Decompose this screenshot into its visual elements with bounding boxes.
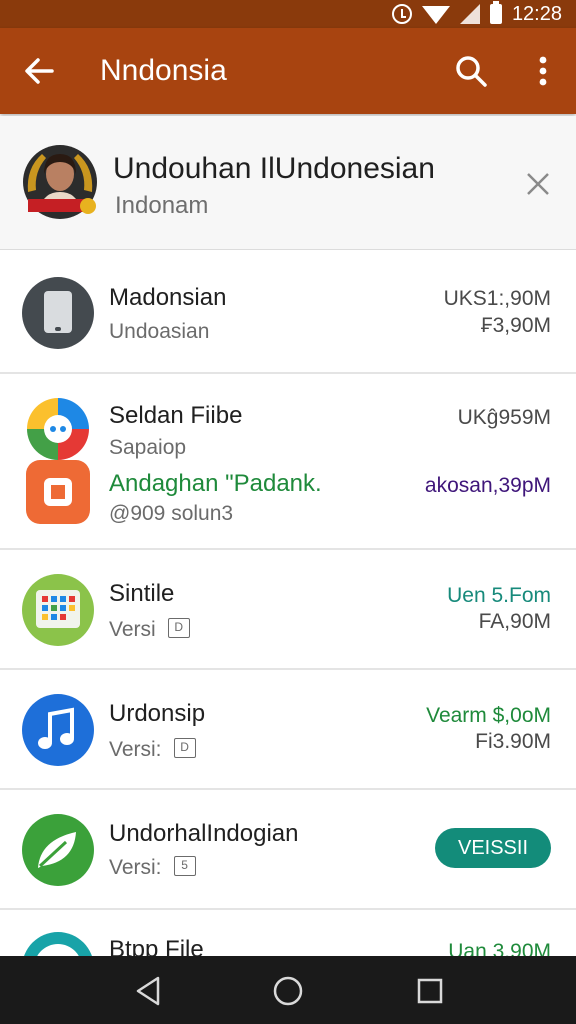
version-box-icon: D — [173, 738, 196, 759]
alarm-icon — [391, 4, 412, 24]
nav-home-icon — [273, 976, 303, 1006]
close-icon — [527, 173, 549, 195]
tablet-icon — [22, 277, 94, 349]
list-item[interactable]: Btpp File Uan 3.90M — [0, 910, 576, 956]
price-primary: Uan 3.90M — [448, 940, 551, 956]
dismiss-banner-button[interactable] — [520, 166, 556, 202]
list-item[interactable]: Sintile Versi D Uen 5.Fom FA,90M — [0, 550, 576, 670]
nav-back-button[interactable] — [132, 974, 166, 1008]
nav-back-icon — [136, 976, 160, 1006]
app-name: Madonsian — [109, 284, 227, 311]
list-item[interactable]: Urdonsip Versi: D Vearm $,0oM Fi3.90M — [0, 670, 576, 790]
more-vert-icon — [539, 56, 547, 86]
chat-bubble-icon — [25, 396, 91, 462]
app-subtitle: Sapaiop — [109, 436, 187, 459]
nav-home-button[interactable] — [271, 974, 305, 1008]
price-secondary: FA,90M — [478, 610, 551, 633]
search-button[interactable] — [450, 50, 492, 92]
wifi-icon — [421, 6, 450, 24]
status-bar: 12:28 — [0, 0, 576, 28]
app-name: Sintile — [109, 580, 175, 607]
app-name: UndorhalIndogian — [109, 820, 299, 847]
price-primary: Vearm $,0oM — [426, 704, 551, 727]
app-name: Urdonsip — [109, 700, 206, 727]
status-icons: 12:28 — [391, 1, 562, 26]
version-button[interactable]: VEISSII — [435, 828, 551, 868]
nav-recents-button[interactable] — [413, 974, 447, 1008]
list-item[interactable]: Madonsian Undoasian UKS1:,90M ₣3,90M — [0, 252, 576, 374]
price-secondary: Fi3.90M — [475, 730, 551, 753]
app-subtitle: Undoasian — [109, 320, 210, 343]
price-primary: Uen 5.Fom — [447, 584, 551, 607]
price-primary: UKS1:,90M — [443, 287, 551, 310]
banner-title: Undouhan IlUndonesian — [113, 152, 435, 185]
orange-app-icon — [26, 460, 90, 524]
list-item[interactable]: UndorhalIndogian Versi: 5 VEISSII — [0, 790, 576, 910]
search-icon — [456, 56, 487, 87]
price-secondary: ₣3,90M — [480, 314, 551, 337]
app-version: Versi: 5 — [109, 856, 196, 880]
leaf-icon — [22, 814, 94, 886]
teal-app-icon — [22, 932, 94, 956]
promo-banner[interactable]: Undouhan IlUndonesian Indonam — [0, 116, 576, 250]
banner-subtitle: Indonam — [115, 192, 209, 219]
list-item[interactable]: Seldan Fiibe Sapaiop Andaghan "Padank. @… — [0, 374, 576, 550]
back-button[interactable] — [18, 50, 60, 92]
status-time: 12:28 — [511, 2, 562, 25]
price-secondary: akosan,39pM — [424, 474, 551, 497]
signal-icon — [459, 4, 480, 24]
calendar-grid-icon — [22, 574, 94, 646]
app-name: Btpp File — [109, 936, 204, 956]
version-box-icon: 5 — [173, 856, 196, 877]
avatar — [22, 144, 98, 220]
arrow-back-icon — [25, 58, 54, 84]
nav-recents-icon — [417, 978, 443, 1004]
price-primary: UKĝ959M — [457, 406, 551, 429]
music-note-icon — [22, 694, 94, 766]
app-name: Seldan Fiibe — [109, 402, 243, 429]
app-version: Versi: D — [109, 738, 196, 762]
version-box-icon: D — [167, 618, 190, 639]
more-options-button[interactable] — [524, 50, 562, 92]
app-name-secondary: Andaghan "Padank. — [109, 470, 322, 497]
system-nav-bar — [0, 956, 576, 1024]
app-subtitle-secondary: @909 solun3 — [109, 502, 234, 525]
app-version: Versi D — [109, 618, 190, 642]
battery-icon — [489, 1, 502, 24]
profile-badge-icon — [23, 145, 97, 219]
app-title: Nndonsia — [100, 54, 227, 87]
app-bar: Nndonsia — [0, 28, 576, 114]
